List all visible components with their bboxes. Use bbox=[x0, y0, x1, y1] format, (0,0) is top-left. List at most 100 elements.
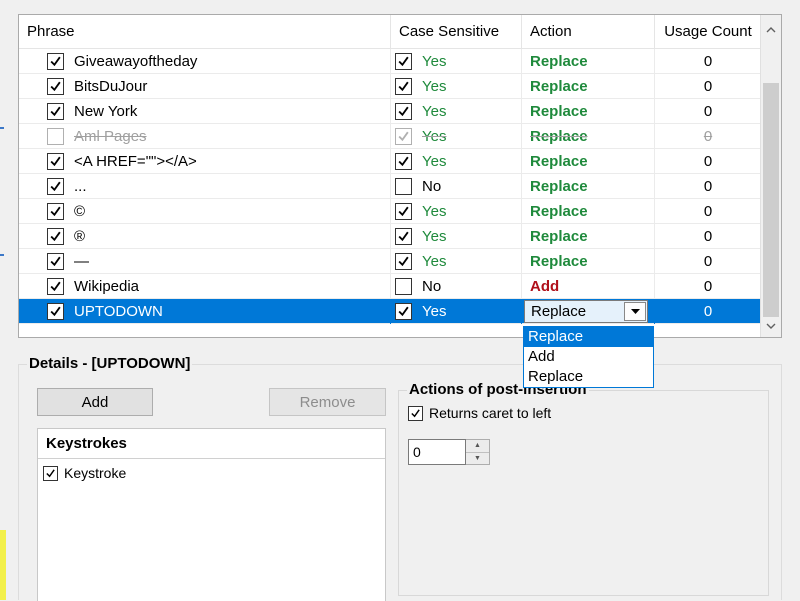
remove-keystroke-button[interactable]: Remove bbox=[269, 388, 386, 416]
case-sensitive-cell[interactable]: Yes bbox=[391, 199, 522, 224]
caret-offset-input[interactable]: 0 bbox=[408, 439, 466, 465]
phrase-cell[interactable]: New York bbox=[19, 99, 391, 124]
dropdown-option-add[interactable]: Add bbox=[524, 347, 653, 367]
column-header-phrase[interactable]: Phrase bbox=[19, 15, 391, 49]
action-combobox[interactable]: Replace bbox=[524, 300, 648, 323]
case-sensitive-cell[interactable]: Yes bbox=[391, 74, 522, 99]
action-cell[interactable]: Replace bbox=[522, 199, 655, 224]
spin-up-icon[interactable]: ▲ bbox=[466, 440, 489, 453]
case-sensitive-checkbox[interactable] bbox=[395, 278, 412, 295]
column-header-action[interactable]: Action bbox=[522, 15, 655, 49]
chevron-down-icon[interactable] bbox=[624, 302, 646, 321]
phrase-cell[interactable]: — bbox=[19, 249, 391, 274]
action-text: Replace bbox=[530, 253, 588, 270]
case-sensitive-cell[interactable]: Yes bbox=[391, 49, 522, 74]
phrase-grid[interactable]: Phrase Case Sensitive Action Usage Count… bbox=[18, 14, 782, 338]
phrase-text: New York bbox=[74, 103, 138, 120]
enabled-checkbox[interactable] bbox=[47, 78, 64, 95]
check-icon bbox=[411, 408, 420, 417]
case-sensitive-checkbox[interactable] bbox=[395, 53, 412, 70]
table-row[interactable]: New York Yes Replace 0 bbox=[19, 99, 761, 124]
caret-offset-spinner[interactable]: 0 ▲ ▼ bbox=[408, 439, 490, 465]
enabled-checkbox[interactable] bbox=[47, 153, 64, 170]
add-keystroke-button[interactable]: Add bbox=[37, 388, 153, 416]
scroll-up-icon[interactable] bbox=[761, 21, 781, 39]
table-row[interactable]: Giveawayoftheday Yes Replace 0 bbox=[19, 49, 761, 74]
enabled-checkbox[interactable] bbox=[47, 203, 64, 220]
enabled-checkbox[interactable] bbox=[47, 128, 64, 145]
keystroke-checkbox[interactable] bbox=[43, 465, 58, 481]
enabled-checkbox[interactable] bbox=[47, 303, 64, 320]
phrase-cell[interactable]: Giveawayoftheday bbox=[19, 49, 391, 74]
phrase-cell[interactable]: Wikipedia bbox=[19, 274, 391, 299]
table-row[interactable]: © Yes Replace 0 bbox=[19, 199, 761, 224]
phrase-cell[interactable]: © bbox=[19, 199, 391, 224]
table-row[interactable]: — Yes Replace 0 bbox=[19, 249, 761, 274]
action-cell[interactable]: Replace bbox=[522, 174, 655, 199]
keystroke-item[interactable]: Keystroke bbox=[38, 459, 385, 487]
table-row[interactable]: <A HREF=""></A> Yes Replace 0 bbox=[19, 149, 761, 174]
returns-caret-option[interactable]: Returns caret to left bbox=[408, 405, 551, 421]
table-row[interactable]: Aml Pages Yes Replace 0 bbox=[19, 124, 761, 149]
usage-count-cell: 0 bbox=[703, 303, 713, 320]
action-text: Add bbox=[530, 278, 560, 295]
phrase-cell[interactable]: Aml Pages bbox=[19, 124, 391, 149]
case-sensitive-cell[interactable]: Yes bbox=[391, 99, 522, 124]
enabled-checkbox[interactable] bbox=[47, 253, 64, 270]
keystrokes-list[interactable]: Keystrokes Keystroke bbox=[37, 428, 386, 601]
case-sensitive-checkbox[interactable] bbox=[395, 303, 412, 320]
phrase-cell[interactable]: ® bbox=[19, 224, 391, 249]
action-cell[interactable]: Replace bbox=[522, 49, 655, 74]
case-sensitive-text: Yes bbox=[422, 253, 447, 270]
phrase-cell[interactable]: ... bbox=[19, 174, 391, 199]
case-sensitive-checkbox[interactable] bbox=[395, 228, 412, 245]
case-sensitive-cell[interactable]: Yes bbox=[391, 224, 522, 249]
dropdown-option-replace-2[interactable]: Replace bbox=[524, 367, 653, 387]
phrase-cell[interactable]: UPTODOWN bbox=[19, 299, 391, 324]
case-sensitive-checkbox[interactable] bbox=[395, 178, 412, 195]
case-sensitive-cell[interactable]: Yes bbox=[391, 149, 522, 174]
spin-down-icon[interactable]: ▼ bbox=[466, 452, 489, 464]
enabled-checkbox[interactable] bbox=[47, 103, 64, 120]
action-cell[interactable]: Add bbox=[522, 274, 655, 299]
check-icon bbox=[50, 81, 61, 92]
enabled-checkbox[interactable] bbox=[47, 178, 64, 195]
case-sensitive-cell[interactable]: Yes bbox=[391, 249, 522, 274]
action-cell[interactable]: Replace bbox=[522, 74, 655, 99]
dropdown-option-replace[interactable]: Replace bbox=[524, 327, 653, 347]
returns-caret-checkbox[interactable] bbox=[408, 405, 423, 421]
case-sensitive-checkbox[interactable] bbox=[395, 103, 412, 120]
action-cell[interactable]: Replace bbox=[522, 99, 655, 124]
action-dropdown-list[interactable]: Replace Add Replace bbox=[523, 326, 654, 388]
action-cell[interactable]: Replace bbox=[522, 224, 655, 249]
case-sensitive-cell[interactable]: Yes bbox=[391, 124, 522, 149]
case-sensitive-cell[interactable]: No bbox=[391, 274, 522, 299]
case-sensitive-cell[interactable]: No bbox=[391, 174, 522, 199]
phrase-text: Giveawayoftheday bbox=[74, 53, 198, 70]
scroll-down-icon[interactable] bbox=[761, 317, 781, 335]
case-sensitive-checkbox[interactable] bbox=[395, 153, 412, 170]
case-sensitive-checkbox[interactable] bbox=[395, 128, 412, 145]
case-sensitive-checkbox[interactable] bbox=[395, 203, 412, 220]
enabled-checkbox[interactable] bbox=[47, 228, 64, 245]
phrase-cell[interactable]: <A HREF=""></A> bbox=[19, 149, 391, 174]
vertical-scrollbar[interactable] bbox=[760, 15, 781, 337]
action-cell[interactable]: Replace bbox=[522, 249, 655, 274]
case-sensitive-cell[interactable]: Yes bbox=[391, 299, 522, 324]
table-row[interactable]: ® Yes Replace 0 bbox=[19, 224, 761, 249]
enabled-checkbox[interactable] bbox=[47, 278, 64, 295]
scrollbar-thumb[interactable] bbox=[763, 83, 779, 317]
table-row[interactable]: ... No Replace 0 bbox=[19, 174, 761, 199]
column-header-case-sensitive[interactable]: Case Sensitive bbox=[391, 15, 522, 49]
table-row[interactable]: Wikipedia No Add 0 bbox=[19, 274, 761, 299]
case-sensitive-checkbox[interactable] bbox=[395, 78, 412, 95]
enabled-checkbox[interactable] bbox=[47, 53, 64, 70]
table-row[interactable]: UPTODOWN Yes Replace 0 bbox=[19, 299, 761, 324]
column-header-usage-count[interactable]: Usage Count bbox=[655, 15, 761, 49]
action-cell[interactable]: Replace bbox=[522, 149, 655, 174]
action-cell[interactable]: Replace bbox=[522, 299, 655, 324]
action-cell[interactable]: Replace bbox=[522, 124, 655, 149]
table-row[interactable]: BitsDuJour Yes Replace 0 bbox=[19, 74, 761, 99]
case-sensitive-checkbox[interactable] bbox=[395, 253, 412, 270]
phrase-cell[interactable]: BitsDuJour bbox=[19, 74, 391, 99]
